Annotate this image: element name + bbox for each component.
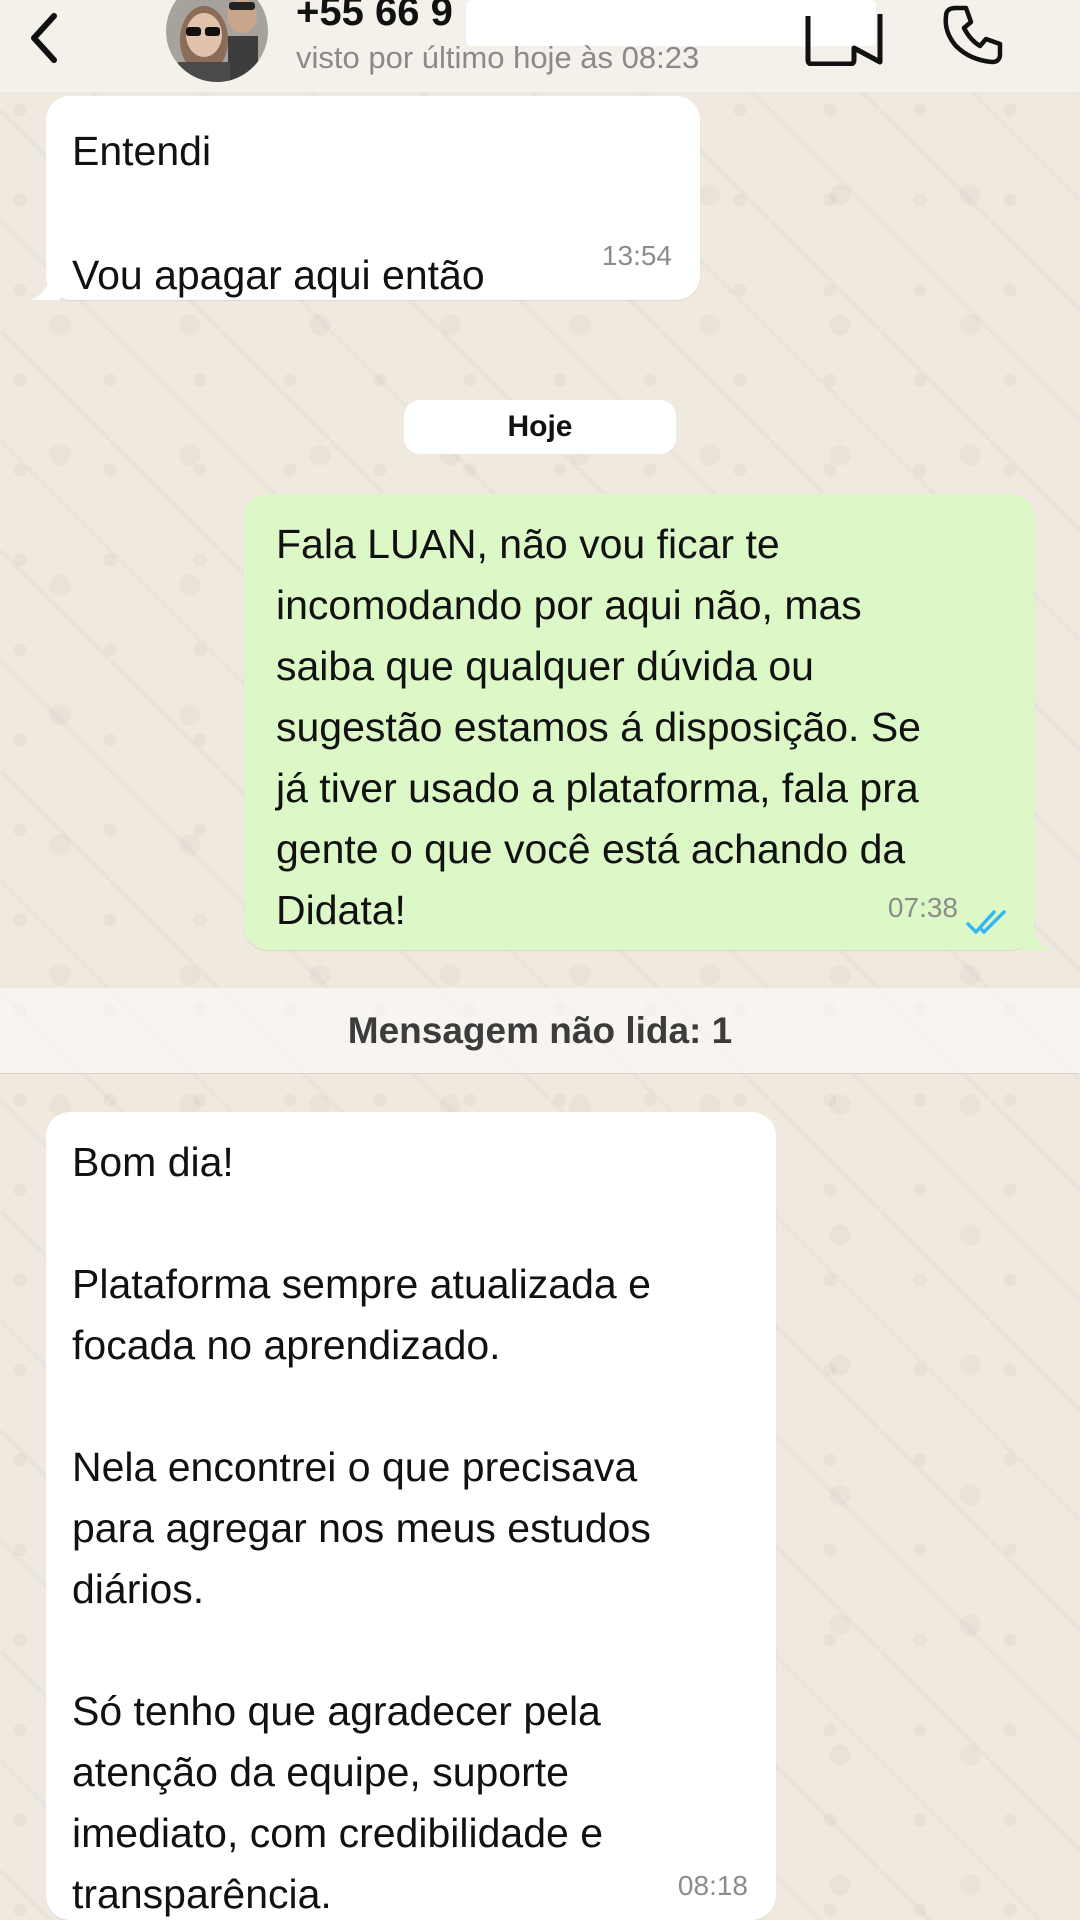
read-receipt-icon [966,910,1006,934]
message-text: Bom dia! Plataforma sempre atualizada e … [72,1139,651,1917]
message-bubble-incoming[interactable]: Entendi Vou apagar aqui então 13:54 [46,96,700,300]
message-bubble-incoming[interactable]: Bom dia! Plataforma sempre atualizada e … [46,1112,776,1920]
voice-call-button[interactable] [940,2,1006,68]
video-call-button[interactable] [800,10,890,67]
phone-icon [943,5,1003,65]
chat-header: +55 66 9 visto por último hoje às 08:23 [0,0,1080,92]
chevron-left-icon [31,13,57,63]
message-time: 08:18 [677,1870,748,1901]
date-separator: Hoje [404,400,676,454]
contact-name[interactable]: +55 66 9 [296,0,453,35]
bubble-tail [30,270,60,300]
last-seen-status: visto por último hoje às 08:23 [296,40,700,75]
unread-messages-banner: Mensagem não lida: 1 [0,988,1080,1074]
back-button[interactable] [18,6,68,66]
bubble-tail [1022,920,1052,950]
video-camera-icon [805,14,883,67]
unread-banner-text: Mensagem não lida: 1 [347,1009,733,1051]
contact-avatar[interactable] [166,0,268,82]
message-time: 13:54 [601,240,672,271]
message-time: 07:38 [887,892,958,923]
message-bubble-outgoing[interactable]: Fala LUAN, não vou ficar te incomodando … [244,494,1034,950]
message-text: Entendi Vou apagar aqui então [72,128,485,298]
avatar-photo [166,0,268,82]
